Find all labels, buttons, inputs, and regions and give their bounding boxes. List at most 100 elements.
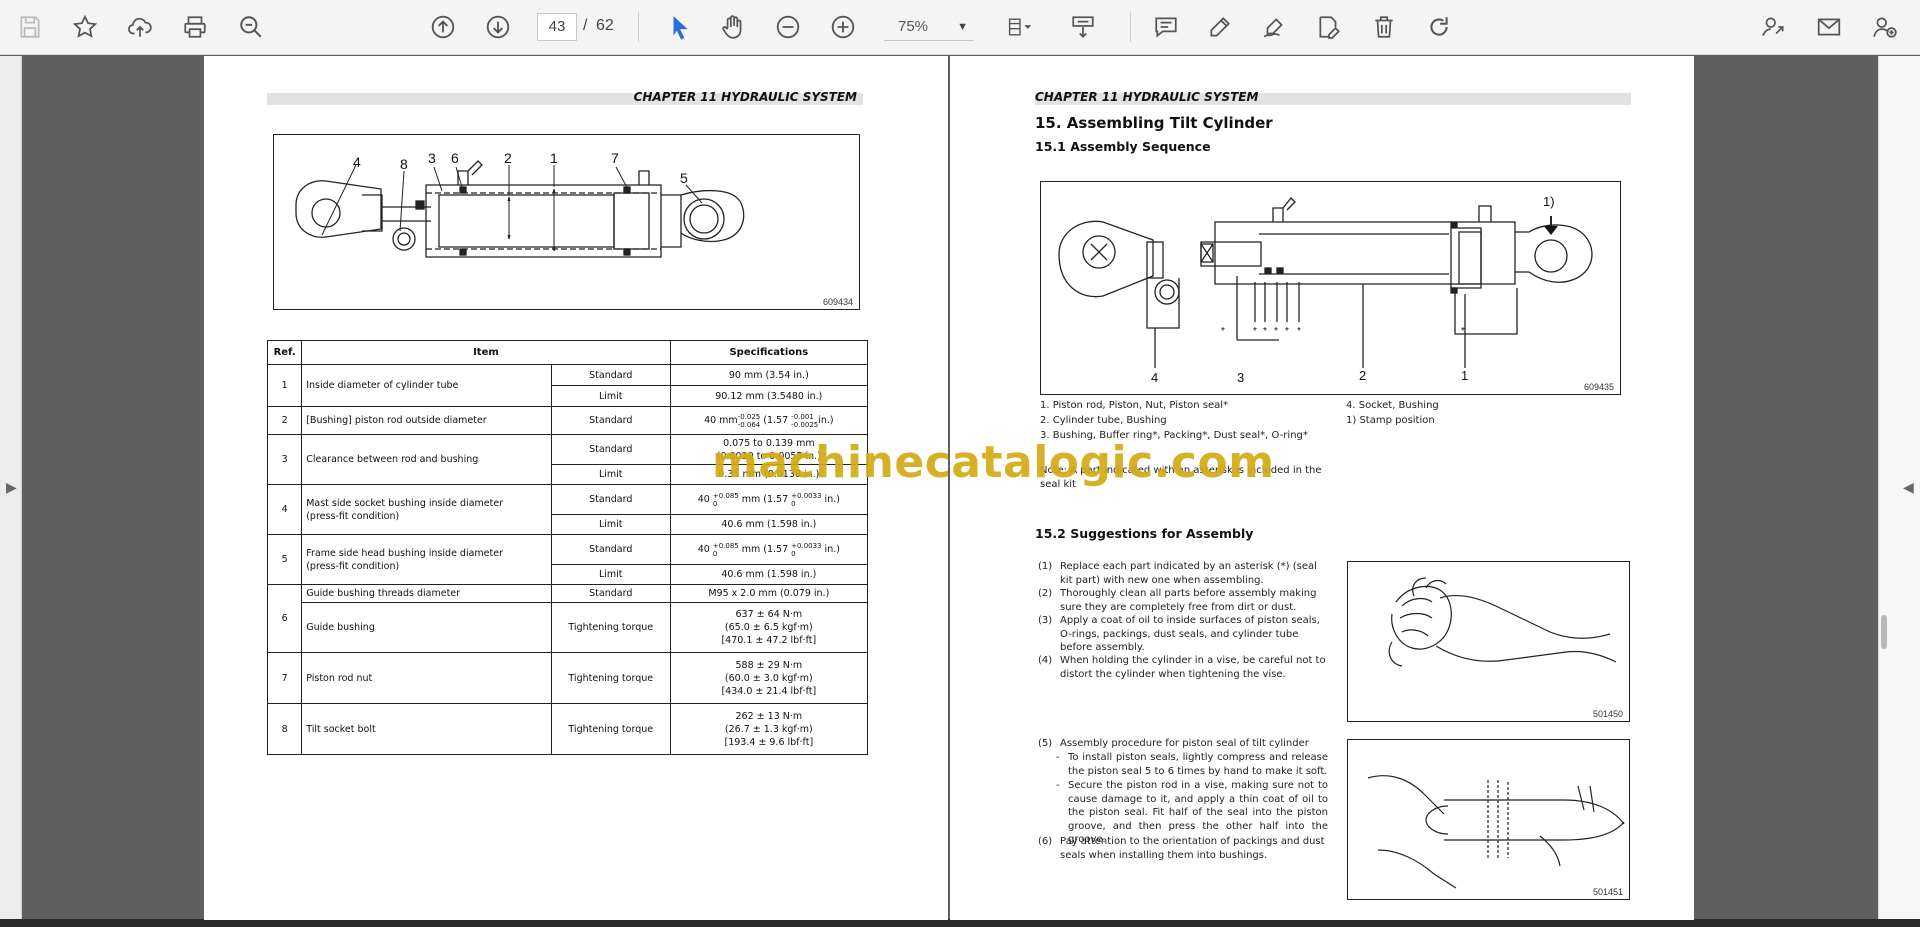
assembly-sequence-figure: 1) 4 3 2 1 * * * * * * * 609435 xyxy=(1040,181,1621,395)
callout-label: 1 xyxy=(1461,368,1468,383)
callout-label: 1 xyxy=(550,150,558,166)
step-3: (3) Apply a coat of oil to inside surface… xyxy=(1038,615,1320,653)
caption-item: 2. Cylinder tube, Bushing xyxy=(1040,415,1167,426)
callout-label: 4 xyxy=(1151,370,1158,385)
caption-item: 1) Stamp position xyxy=(1346,415,1435,426)
step-5-bullet-1: - To install piston seals, lightly compre… xyxy=(1056,752,1328,777)
pdf-page-left: CHAPTER 11 HYDRAULIC SYSTEM 4 8 3 6 2 1 … xyxy=(204,56,948,920)
chapter-header: CHAPTER 11 HYDRAULIC SYSTEM xyxy=(1035,90,1631,105)
tolerance-cell: 40 +0.085 0 mm (1.57 +0.0033 0 in.) xyxy=(669,534,869,565)
bottom-bar xyxy=(0,919,1920,927)
zoom-level-select[interactable]: 75% ▼ xyxy=(884,13,974,41)
upload-cloud-icon[interactable] xyxy=(123,10,157,44)
save-icon[interactable] xyxy=(13,10,47,44)
table-header: Item xyxy=(301,340,671,365)
hand-tool-icon[interactable] xyxy=(716,10,750,44)
zoom-level-value: 75% xyxy=(898,18,929,35)
figure-number: 609435 xyxy=(1583,382,1614,392)
asterisk-label: * xyxy=(1253,326,1257,337)
section-title: 15. Assembling Tilt Cylinder xyxy=(1035,114,1273,132)
add-user-icon[interactable] xyxy=(1868,10,1902,44)
zoom-search-icon[interactable] xyxy=(234,10,268,44)
table-header: Specifications xyxy=(669,340,869,365)
callout-label: 7 xyxy=(611,150,619,166)
zoom-in-icon[interactable] xyxy=(826,10,860,44)
expand-left-panel-icon[interactable]: ▶ xyxy=(6,479,17,496)
chapter-header: CHAPTER 11 HYDRAULIC SYSTEM xyxy=(267,90,863,105)
callout-label: 6 xyxy=(451,150,459,166)
callout-label: 8 xyxy=(400,156,408,172)
zoom-out-icon[interactable] xyxy=(771,10,805,44)
next-page-icon[interactable] xyxy=(481,10,515,44)
table-row: 4 Mast side socket bushing inside diamet… xyxy=(266,484,869,535)
figure-number: 609434 xyxy=(822,297,853,307)
vertical-scrollbar[interactable] xyxy=(1881,615,1887,649)
pdf-page-right: CHAPTER 11 HYDRAULIC SYSTEM 15. Assembli… xyxy=(950,56,1694,920)
tolerance-cell: 40 mm-0.025 -0.064 (1.57 -0.001 -0.0025in.… xyxy=(669,406,869,435)
caption-item: 1. Piston rod, Piston, Nut, Piston seal* xyxy=(1040,400,1229,411)
table-row: 8 Tilt socket bolt Tightening torque 262… xyxy=(266,703,869,755)
table-row: 5 Frame side head bushing inside diamete… xyxy=(266,534,869,585)
table-header: Ref. xyxy=(266,340,303,365)
page-number-input[interactable]: 43 xyxy=(537,13,577,41)
tolerance-cell: 40 +0.085 0 mm (1.57 +0.0033 0 in.) xyxy=(669,484,869,515)
toolbar-divider xyxy=(1130,12,1131,42)
callout-label: 2 xyxy=(504,150,512,166)
table-row: 7 Piston rod nut Tightening torque 588 ±… xyxy=(266,652,869,704)
specification-table: Ref. Item Specifications 1 Inside diamet… xyxy=(266,340,869,755)
page-separator: / xyxy=(583,17,588,34)
left-panel-strip: ▶ xyxy=(0,56,22,920)
previous-page-icon[interactable] xyxy=(426,10,460,44)
chevron-down-icon: ▼ xyxy=(957,21,968,33)
callout-label: 2 xyxy=(1359,368,1366,383)
subsection-title: 15.2 Suggestions for Assembly xyxy=(1035,526,1254,541)
toolbar-divider xyxy=(638,12,639,42)
callout-label: 1) xyxy=(1543,194,1555,209)
step-2: (2) Thoroughly clean all parts before ass… xyxy=(1038,588,1317,613)
edit-document-icon[interactable] xyxy=(1312,10,1346,44)
select-cursor-icon[interactable] xyxy=(663,10,697,44)
step-5: (5) Assembly procedure for piston seal of… xyxy=(1038,738,1309,749)
asterisk-label: * xyxy=(1285,326,1289,337)
caption-list-right: 4. Socket, Bushing 1) Stamp position xyxy=(1346,398,1439,428)
cylinder-drawing-figure: 4 8 3 6 2 1 7 5 609434 xyxy=(273,134,860,310)
scroll-mode-icon[interactable] xyxy=(1066,10,1100,44)
email-icon[interactable] xyxy=(1812,10,1846,44)
fit-page-icon[interactable] xyxy=(998,10,1042,44)
callout-label: 3 xyxy=(428,150,436,166)
step-1: (1) Replace each part indicated by an ast… xyxy=(1038,561,1317,586)
rotate-redo-icon[interactable] xyxy=(1422,10,1456,44)
right-panel-strip: ◀ xyxy=(1878,56,1920,920)
asterisk-label: * xyxy=(1297,326,1301,337)
asterisk-label: * xyxy=(1274,326,1278,337)
bookmark-star-icon[interactable] xyxy=(68,10,102,44)
photo-number: 501450 xyxy=(1592,709,1623,719)
share-link-icon[interactable] xyxy=(1757,10,1791,44)
expand-right-panel-icon[interactable]: ◀ xyxy=(1903,479,1914,496)
callout-label: 5 xyxy=(680,170,688,186)
callout-label: 4 xyxy=(353,154,361,170)
print-icon[interactable] xyxy=(178,10,212,44)
table-row: 2 [Bushing] piston rod outside diameter … xyxy=(266,406,869,435)
vise-piston-seal-photo: 501451 xyxy=(1347,739,1630,900)
caption-item: 4. Socket, Bushing xyxy=(1346,400,1439,411)
photo-number: 501451 xyxy=(1592,887,1623,897)
draw-sign-icon[interactable] xyxy=(1257,10,1291,44)
table-row: 6 Guide bushing threads diameter Standar… xyxy=(266,584,869,653)
hand-compress-seal-photo: 501450 xyxy=(1347,561,1630,722)
delete-trash-icon[interactable] xyxy=(1367,10,1401,44)
asterisk-label: * xyxy=(1221,326,1225,337)
subsection-title: 15.1 Assembly Sequence xyxy=(1035,139,1211,154)
callout-label: 3 xyxy=(1237,370,1244,385)
table-row: 1 Inside diameter of cylinder tube Stand… xyxy=(266,364,869,407)
step-6: (6) Pay attention to the orientation of p… xyxy=(1038,836,1325,861)
watermark-text: machinecatalogic.com xyxy=(712,437,1275,488)
toolbar: 43 / 62 75% ▼ xyxy=(0,0,1920,55)
table-row: Guide bushing Tightening torque 637 ± 64… xyxy=(268,602,869,653)
step-4: (4) When holding the cylinder in a vise, … xyxy=(1038,655,1326,680)
asterisk-label: * xyxy=(1461,326,1465,337)
comment-icon[interactable] xyxy=(1149,10,1183,44)
highlight-pen-icon[interactable] xyxy=(1203,10,1237,44)
page-total: 62 xyxy=(596,17,614,34)
asterisk-label: * xyxy=(1263,326,1267,337)
